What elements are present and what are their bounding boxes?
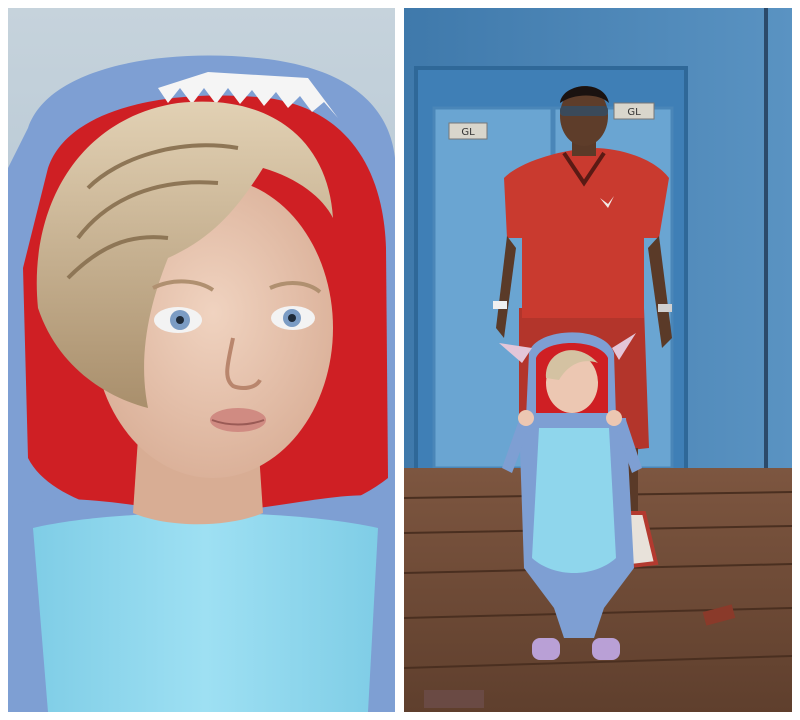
child-shoe-left	[532, 638, 560, 660]
sunglasses	[560, 106, 608, 116]
peace-hand-left	[518, 410, 534, 426]
door-sign-left-text: GL	[461, 127, 475, 138]
closeup-portrait-scene	[8, 8, 395, 712]
peace-hand-right	[606, 410, 622, 426]
closeup-portrait-panel	[8, 8, 395, 712]
wristband	[493, 301, 507, 309]
onesie-belly	[532, 428, 616, 573]
screenshot-collage: GL GL	[0, 0, 800, 720]
left-eye	[154, 307, 202, 333]
door-scene: GL GL	[404, 8, 792, 712]
right-eye	[271, 306, 315, 330]
door-sign-right-text: GL	[627, 107, 641, 118]
mouth	[210, 408, 266, 432]
child-shoe-right	[592, 638, 620, 660]
wristwatch	[658, 304, 672, 312]
floor-debris	[424, 690, 484, 708]
scene-panel: GL GL	[404, 8, 792, 712]
panel-divider	[395, 0, 404, 720]
onesie-belly-patch	[33, 513, 378, 712]
